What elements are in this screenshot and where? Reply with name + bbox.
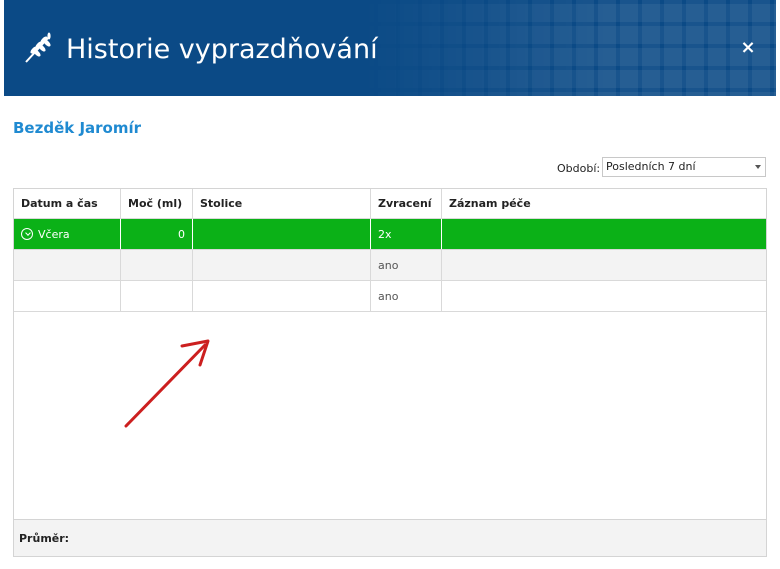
cell-urine: 0 xyxy=(121,219,193,249)
dialog-title: Historie vyprazdňování xyxy=(66,34,378,65)
annotation-arrow-icon xyxy=(124,339,210,428)
average-footer: Průměr: xyxy=(14,519,766,556)
cell-datetime xyxy=(14,250,121,280)
cell-datetime xyxy=(14,281,121,311)
cell-vomiting: ano xyxy=(371,281,442,311)
column-header-stool[interactable]: Stolice xyxy=(193,189,371,218)
table-header: Datum a čas Moč (ml) Stolice Zvracení Zá… xyxy=(14,189,766,219)
dialog-header: Historie vyprazdňování × xyxy=(4,0,776,96)
cell-stool xyxy=(193,219,371,249)
column-header-care-record[interactable]: Záznam péče xyxy=(442,189,766,218)
column-header-urine[interactable]: Moč (ml) xyxy=(121,189,193,218)
cell-vomiting: ano xyxy=(371,250,442,280)
table-row[interactable]: Včera 0 2x xyxy=(14,219,766,250)
close-button[interactable]: × xyxy=(738,36,758,60)
cell-stool xyxy=(193,281,371,311)
clock-icon xyxy=(21,228,33,240)
period-label: Období: xyxy=(557,162,601,175)
cell-urine xyxy=(121,281,193,311)
table-row[interactable]: ano xyxy=(14,281,766,312)
cell-vomiting: 2x xyxy=(371,219,442,249)
period-selected-value: Posledních 7 dní xyxy=(606,160,696,173)
cell-stool xyxy=(193,250,371,280)
wheat-icon xyxy=(25,32,51,63)
cell-care-record xyxy=(442,219,766,249)
cell-datetime: Včera xyxy=(14,219,121,249)
patient-name: Bezděk Jaromír xyxy=(13,119,142,137)
cell-care-record xyxy=(442,250,766,280)
cell-care-record xyxy=(442,281,766,311)
header-pattern xyxy=(356,0,776,96)
cell-datetime-text: Včera xyxy=(38,227,70,241)
column-header-vomiting[interactable]: Zvracení xyxy=(371,189,442,218)
dropdown-arrow-icon[interactable] xyxy=(755,165,761,169)
table-row[interactable]: ano xyxy=(14,250,766,281)
column-header-datetime[interactable]: Datum a čas xyxy=(14,189,121,218)
period-select[interactable]: Posledních 7 dní xyxy=(602,157,766,177)
cell-urine xyxy=(121,250,193,280)
